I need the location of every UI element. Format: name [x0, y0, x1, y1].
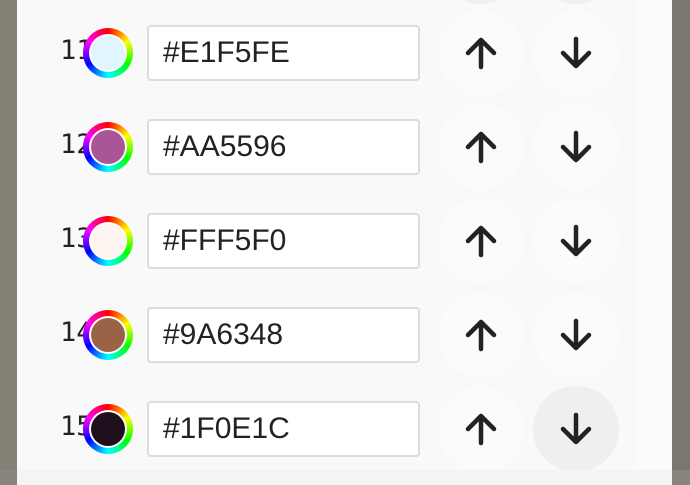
palette-row: 12: [0, 94, 690, 190]
move-up-button[interactable]: [438, 292, 524, 378]
palette-row: 14: [0, 282, 690, 378]
arrow-down-icon: [560, 412, 592, 445]
arrow-up-icon: [465, 131, 497, 164]
arrow-down-icon: [560, 130, 592, 163]
palette-row: 15: [0, 376, 690, 472]
color-picker-swatch[interactable]: [83, 122, 133, 172]
arrow-up-icon: [465, 413, 497, 446]
move-down-button[interactable]: [533, 386, 619, 472]
swatch-color-fill: [91, 36, 125, 70]
move-down-button[interactable]: [533, 292, 619, 378]
swatch-color-fill: [91, 224, 125, 258]
swatch-color-fill: [91, 130, 125, 164]
palette-row: 13: [0, 188, 690, 284]
panel-bottom-edge: [17, 470, 672, 485]
swatch-ring-inner: [89, 222, 127, 260]
hex-color-input[interactable]: [147, 119, 420, 175]
swatch-color-fill: [91, 318, 125, 352]
move-down-button[interactable]: [533, 10, 619, 96]
color-picker-swatch[interactable]: [83, 216, 133, 266]
arrow-up-icon: [465, 225, 497, 258]
hex-color-input[interactable]: [147, 25, 420, 81]
move-up-button[interactable]: [438, 386, 524, 472]
arrow-up-icon: [465, 319, 497, 352]
arrow-down-icon: [560, 36, 592, 69]
swatch-color-fill: [91, 412, 125, 446]
hex-color-input[interactable]: [147, 401, 420, 457]
move-up-button[interactable]: [438, 198, 524, 284]
color-picker-swatch[interactable]: [83, 310, 133, 360]
move-down-button[interactable]: [533, 104, 619, 190]
move-up-button[interactable]: [438, 10, 524, 96]
palette-row: 11: [0, 0, 690, 96]
swatch-ring-inner: [89, 128, 127, 166]
hex-color-input[interactable]: [147, 213, 420, 269]
move-down-button[interactable]: [533, 198, 619, 284]
arrow-down-icon: [560, 318, 592, 351]
move-up-button[interactable]: [438, 104, 524, 190]
swatch-ring-inner: [89, 316, 127, 354]
arrow-up-icon: [465, 37, 497, 70]
swatch-ring-inner: [89, 34, 127, 72]
color-picker-swatch[interactable]: [83, 28, 133, 78]
modal-bottom-edge: [0, 470, 690, 485]
arrow-down-icon: [560, 224, 592, 257]
hex-color-input[interactable]: [147, 307, 420, 363]
swatch-ring-inner: [89, 410, 127, 448]
color-picker-swatch[interactable]: [83, 404, 133, 454]
